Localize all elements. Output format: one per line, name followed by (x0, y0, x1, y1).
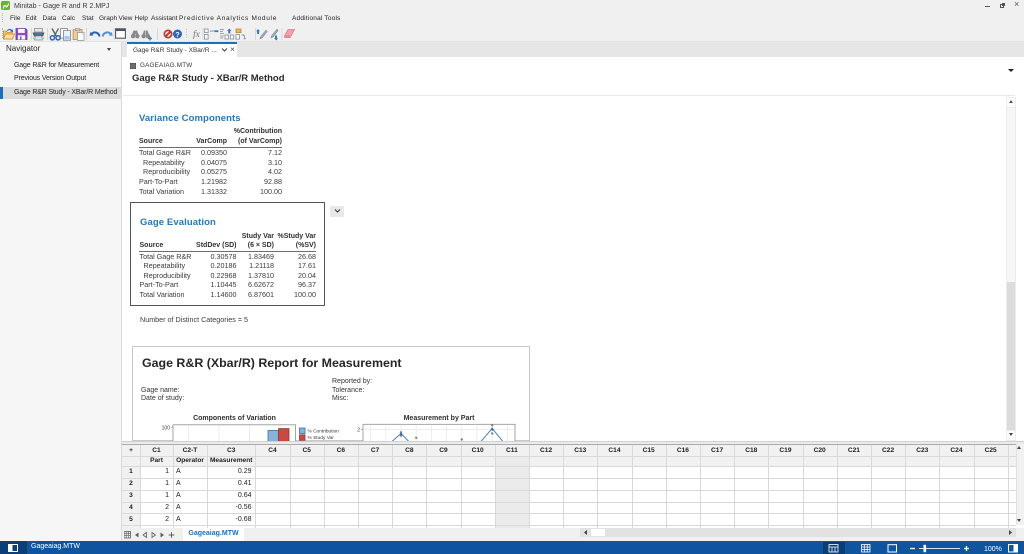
svg-text:2: 2 (357, 428, 360, 434)
svg-text:% Contribution: % Contribution (308, 429, 340, 435)
svg-text:100%: 100% (984, 546, 1002, 553)
svg-text:?: ? (175, 32, 179, 39)
svg-text:% Study Var: % Study Var (308, 435, 335, 441)
svg-text:fx: fx (193, 29, 201, 40)
svg-text:100: 100 (162, 426, 171, 432)
